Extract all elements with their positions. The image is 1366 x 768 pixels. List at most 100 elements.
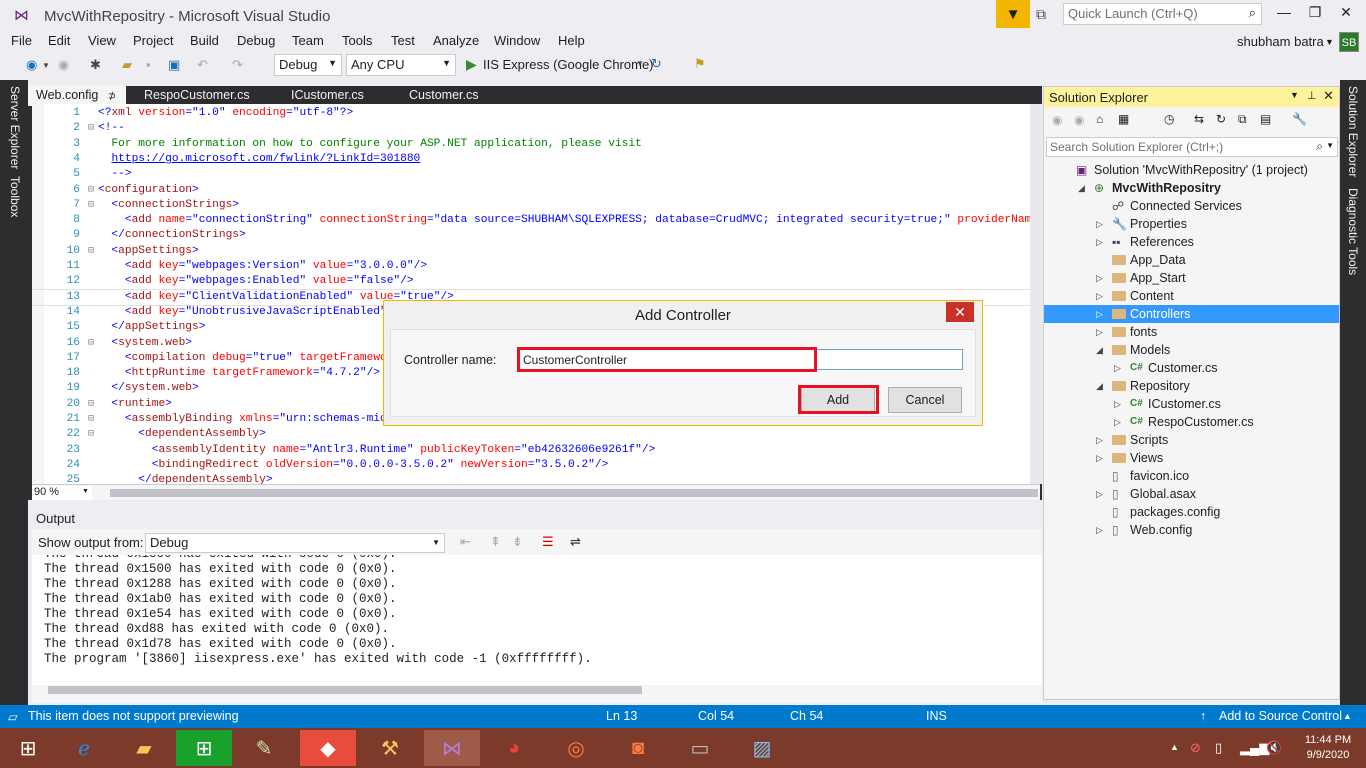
find-message-icon[interactable]: ⇤ (460, 534, 471, 550)
pin-icon[interactable]: ⊥ (1307, 89, 1317, 102)
code-line[interactable]: 1 <?xml version="1.0" encoding="utf-8"?> (32, 106, 1040, 121)
snipping-icon[interactable]: ◎ (548, 730, 604, 766)
restore-button[interactable]: ❐ (1301, 4, 1329, 24)
solution-platform-select[interactable]: Any CPU ▼ (346, 54, 456, 76)
tree-item[interactable]: ▷ C# Customer.cs (1044, 359, 1339, 377)
fold-toggle-icon[interactable]: ⊟ (88, 121, 94, 136)
switch-views-icon[interactable]: ▦ (1118, 112, 1129, 126)
properties-icon[interactable]: 🔧 (1292, 112, 1307, 126)
code-line[interactable]: 6 ⊟ <configuration> (32, 183, 1040, 198)
show-all-files-icon[interactable]: ▤ (1260, 112, 1271, 126)
notepad-plus-icon[interactable]: ✎ (236, 730, 292, 766)
collapse-icon[interactable]: ◢ (1078, 179, 1085, 197)
clock[interactable]: 11:44 PM 9/9/2020 (1298, 733, 1358, 763)
fold-toggle-icon[interactable]: ⊟ (88, 412, 94, 427)
expand-icon[interactable]: ▷ (1096, 431, 1103, 449)
collapse-icon[interactable]: ◢ (1096, 377, 1103, 395)
zoom-select[interactable]: 90 % ▼ (32, 486, 92, 500)
run-target-dropdown-icon[interactable]: ▼ (636, 59, 644, 68)
camera-icon[interactable]: ◙ (610, 730, 666, 766)
network-error-icon[interactable]: ⊘ (1190, 740, 1201, 756)
menu-file[interactable]: File (11, 33, 32, 48)
feedback-icon[interactable]: ⧉ (1036, 6, 1046, 23)
avatar[interactable]: SB (1339, 32, 1359, 52)
dialog-close-button[interactable]: ✕ (946, 302, 974, 322)
expand-icon[interactable]: ▷ (1096, 323, 1103, 341)
tree-item[interactable]: App_Data (1044, 251, 1339, 269)
minimize-button[interactable]: — (1270, 4, 1298, 24)
code-line[interactable]: 24 <bindingRedirect oldVersion="0.0.0.0-… (32, 458, 1040, 473)
quick-launch-input[interactable]: Quick Launch (Ctrl+Q) ⌕ (1063, 3, 1262, 25)
battery-icon[interactable]: ▯ (1215, 740, 1222, 756)
expand-icon[interactable]: ▷ (1096, 269, 1103, 287)
code-line[interactable]: 7 ⊟ <connectionStrings> (32, 198, 1040, 213)
fold-toggle-icon[interactable]: ⊟ (88, 183, 94, 198)
volume-muted-icon[interactable]: 🔇 (1266, 740, 1282, 756)
expand-icon[interactable]: ▷ (1096, 449, 1103, 467)
code-line[interactable]: 12 <add key="webpages:Enabled" value="fa… (32, 274, 1040, 289)
pending-changes-filter-icon[interactable]: ◷ (1164, 112, 1174, 126)
code-line[interactable]: 23 <assemblyIdentity name = "Antlr3.Runtim… (32, 443, 1040, 458)
tab-customer[interactable]: Customer.cs (401, 86, 486, 104)
anydesk-icon[interactable]: ◆ (300, 730, 356, 766)
expand-icon[interactable]: ▷ (1096, 233, 1103, 251)
tree-item[interactable]: ◢ ⊕ MvcWithRepositry (1044, 179, 1339, 197)
code-line[interactable]: 10 ⊟ <appSettings> (32, 244, 1040, 259)
back-dropdown-icon[interactable]: ▼ (42, 61, 50, 70)
browser-link-icon[interactable]: ⚑ (694, 56, 706, 72)
server-explorer-tab[interactable]: Server Explorer (8, 86, 22, 169)
home-icon[interactable]: ⌂ (1096, 112, 1103, 126)
menu-tools[interactable]: Tools (342, 33, 372, 48)
expand-icon[interactable]: ▷ (1114, 395, 1121, 413)
menu-project[interactable]: Project (133, 33, 173, 48)
store-icon[interactable]: ⊞ (176, 730, 232, 766)
tree-item[interactable]: ▷ Content (1044, 287, 1339, 305)
expand-icon[interactable]: ▷ (1096, 521, 1103, 539)
menu-build[interactable]: Build (190, 33, 219, 48)
file-explorer-icon[interactable]: ▰ (116, 730, 172, 766)
navigate-back-icon[interactable]: ◉ (26, 57, 37, 73)
solution-explorer-search[interactable]: Search Solution Explorer (Ctrl+;) ⌕ ▼ (1046, 137, 1338, 157)
tree-item[interactable]: ◢ Repository (1044, 377, 1339, 395)
tree-item[interactable]: ▷ ▪▪ References (1044, 233, 1339, 251)
expand-icon[interactable]: ▷ (1096, 215, 1103, 233)
refresh-icon[interactable]: ↻ (1216, 112, 1226, 126)
tools-icon[interactable]: ⚒ (362, 730, 418, 766)
run-target-button[interactable]: IIS Express (Google Chrome) (483, 57, 654, 72)
notification-filter-icon[interactable]: ▼ (996, 0, 1030, 28)
code-line[interactable]: 22 ⊟ <dependentAssembly> (32, 427, 1040, 442)
new-project-icon[interactable]: ✱ (90, 57, 101, 73)
redo-icon[interactable]: ↷ (232, 57, 243, 73)
word-wrap-icon[interactable]: ⇌ (570, 534, 581, 550)
code-line[interactable]: 11 <add key="webpages:Version" value="3.… (32, 259, 1040, 274)
tree-item[interactable]: ▷ 🔧 Properties (1044, 215, 1339, 233)
internet-explorer-icon[interactable]: ℯ (56, 730, 112, 766)
user-dropdown-icon[interactable]: ▼ (1325, 37, 1334, 47)
signal-icon[interactable]: ▂▄▆ (1240, 740, 1269, 756)
tree-item[interactable]: ▷ Views (1044, 449, 1339, 467)
menu-team[interactable]: Team (292, 33, 324, 48)
collapse-all-icon[interactable]: ⧉ (1238, 112, 1247, 127)
tree-item[interactable]: ☍ Connected Services (1044, 197, 1339, 215)
output-text[interactable]: The thread 0x1ec0 has exited with code 0… (32, 555, 1042, 685)
toolbox-tab[interactable]: Toolbox (8, 176, 22, 217)
tree-item[interactable]: ◢ Models (1044, 341, 1339, 359)
vertical-scrollbar[interactable] (1030, 104, 1042, 484)
open-file-icon[interactable]: ▰ (122, 57, 132, 73)
code-line[interactable]: 9 </connectionStrings> (32, 228, 1040, 243)
show-hidden-icons-icon[interactable]: ▲ (1170, 742, 1179, 752)
visual-studio-icon[interactable]: ⋈ (424, 730, 480, 766)
expand-icon[interactable]: ▷ (1114, 359, 1121, 377)
fold-toggle-icon[interactable]: ⊟ (88, 336, 94, 351)
sync-icon[interactable]: ⇆ (1194, 112, 1204, 126)
menu-window[interactable]: Window (494, 33, 540, 48)
chrome-icon[interactable]: ◕ (486, 730, 542, 766)
expand-icon[interactable]: ▷ (1114, 413, 1121, 431)
previous-message-icon[interactable]: ⇞ (490, 534, 501, 550)
tree-item[interactable]: ▷ Scripts (1044, 431, 1339, 449)
fold-toggle-icon[interactable]: ⊟ (88, 427, 94, 442)
close-icon[interactable]: ✕ (1323, 88, 1334, 104)
code-line[interactable]: 4 https://go.microsoft.com/fwlink/?LinkI… (32, 152, 1040, 167)
code-line[interactable]: 2 ⊟ <!-- (32, 121, 1040, 136)
fold-toggle-icon[interactable]: ⊟ (88, 198, 94, 213)
